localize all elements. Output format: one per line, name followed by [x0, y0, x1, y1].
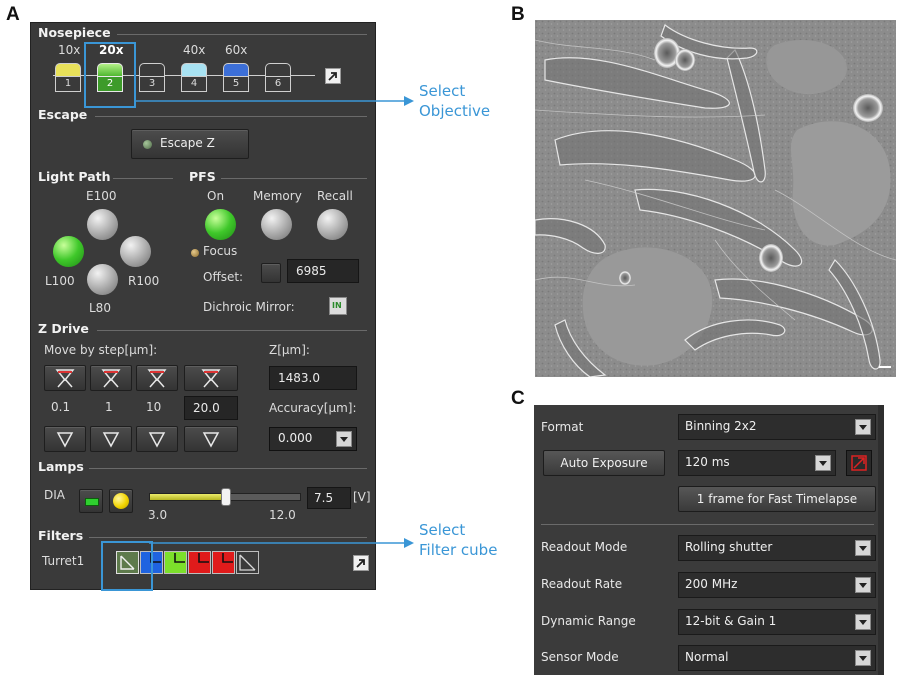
auto-exposure-label: Auto Exposure [560, 456, 648, 470]
readout-mode-label: Readout Mode [541, 540, 628, 554]
select-objective-callout: Select Objective [419, 81, 490, 121]
chevron-down-icon [855, 614, 871, 630]
fast-timelapse-button[interactable]: 1 frame for Fast Timelapse [678, 486, 876, 512]
chevron-down-icon [855, 540, 871, 556]
auto-exposure-button[interactable]: Auto Exposure [543, 450, 665, 476]
callout-line: Filter cube [419, 541, 498, 559]
callout-line: Select [419, 82, 466, 100]
cell-image [535, 20, 896, 377]
format-value: Binning 2x2 [685, 419, 757, 433]
readout-rate-dropdown[interactable]: 200 MHz [678, 572, 876, 598]
fast-timelapse-label: 1 frame for Fast Timelapse [696, 492, 858, 506]
format-label: Format [541, 420, 584, 434]
section-divider [541, 524, 874, 525]
exposure-reset-icon[interactable] [846, 450, 872, 476]
callout-line: Select [419, 521, 466, 539]
select-filter-callout: Select Filter cube [419, 520, 497, 560]
readout-rate-value: 200 MHz [685, 577, 738, 591]
readout-mode-dropdown[interactable]: Rolling shutter [678, 535, 876, 561]
format-dropdown[interactable]: Binning 2x2 [678, 414, 876, 440]
arrowhead-icon [404, 96, 414, 106]
callout-line: Objective [419, 102, 491, 120]
exposure-value: 120 ms [685, 455, 730, 469]
dynamic-range-value: 12-bit & Gain 1 [685, 614, 777, 628]
sensor-mode-dropdown[interactable]: Normal [678, 645, 876, 671]
arrowhead-icon [404, 538, 414, 548]
chevron-down-icon [855, 419, 871, 435]
scale-bar [879, 366, 891, 368]
chevron-down-icon [855, 577, 871, 593]
dynamic-range-label: Dynamic Range [541, 614, 636, 628]
chevron-down-icon [815, 455, 831, 471]
chevron-down-icon [855, 650, 871, 666]
dynamic-range-dropdown[interactable]: 12-bit & Gain 1 [678, 609, 876, 635]
readout-rate-label: Readout Rate [541, 577, 623, 591]
camera-settings-panel: Format Binning 2x2 Auto Exposure 120 ms … [534, 405, 884, 675]
readout-mode-value: Rolling shutter [685, 540, 773, 554]
sensor-mode-value: Normal [685, 650, 729, 664]
phase-contrast-micrograph [535, 20, 896, 377]
exposure-dropdown[interactable]: 120 ms [678, 450, 836, 476]
sensor-mode-label: Sensor Mode [541, 650, 619, 664]
